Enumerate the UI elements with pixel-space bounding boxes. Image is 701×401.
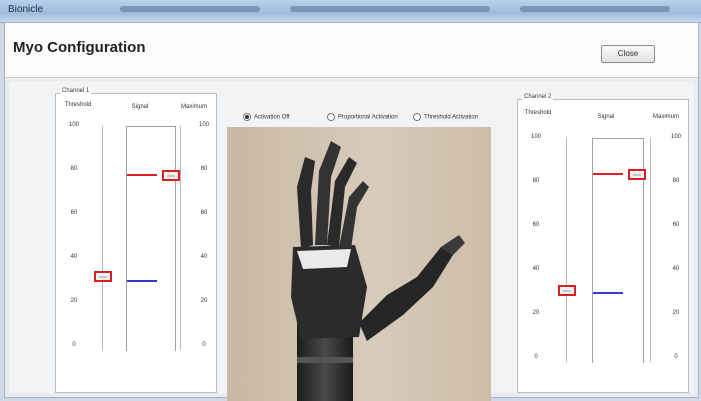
threshold-activation-radio[interactable]: Threshold Activation — [413, 113, 478, 121]
main-content: Channel 1 Threshold Signal Maximum 100 8… — [9, 81, 694, 401]
radio-icon — [327, 113, 335, 121]
threshold-tick: 20 — [532, 310, 540, 316]
maximum-tick: 20 — [200, 298, 208, 304]
maximum-tick: 0 — [674, 354, 678, 360]
threshold-slider-track[interactable] — [102, 126, 103, 350]
maximum-slider-handle[interactable] — [628, 168, 646, 180]
threshold-tick: 0 — [534, 354, 538, 360]
threshold-column-header: Threshold — [524, 110, 552, 116]
maximum-tick: 0 — [202, 342, 206, 348]
activation-off-radio[interactable]: Activation Off — [243, 113, 290, 121]
channel-2-label: Channel 2 — [522, 94, 554, 100]
threshold-tick: 80 — [532, 178, 540, 184]
titlebar-decoration — [520, 6, 670, 12]
channel-1-label: Channel 1 — [60, 88, 92, 94]
maximum-tick: 100 — [198, 122, 209, 128]
threshold-slider-track[interactable] — [566, 138, 567, 362]
maximum-slider-track[interactable] — [650, 138, 651, 362]
threshold-column-header: Threshold — [64, 102, 92, 108]
proportional-activation-radio[interactable]: Proportional Activation — [327, 113, 398, 121]
threshold-slider-handle[interactable] — [558, 285, 576, 297]
threshold-tick: 80 — [70, 166, 78, 172]
window-titlebar[interactable]: Bionicle — [0, 0, 701, 23]
maximum-tick: 60 — [672, 222, 680, 228]
titlebar-decoration — [120, 6, 260, 12]
robotic-hand-illustration — [291, 141, 465, 401]
threshold-tick: 40 — [70, 254, 78, 260]
window-title: Bionicle — [8, 4, 44, 15]
maximum-tick: 40 — [672, 266, 680, 272]
prosthetic-hand-photo — [227, 127, 491, 401]
page-title: Myo Configuration — [13, 39, 146, 56]
maximum-tick: 40 — [200, 254, 208, 260]
channel-2-group: Channel 2 Threshold Signal Maximum 100 8… — [517, 94, 689, 393]
signal-level-line — [593, 291, 623, 294]
signal-column-header: Signal — [597, 114, 615, 120]
threshold-tick: 100 — [530, 134, 541, 140]
maximum-tick: 100 — [670, 134, 681, 140]
configuration-window: Myo Configuration Close Channel 1 Thresh… — [4, 22, 699, 401]
radio-selected-icon — [243, 113, 251, 121]
signal-level-line — [127, 279, 157, 282]
maximum-tick: 80 — [200, 166, 208, 172]
threshold-slider-handle[interactable] — [94, 271, 112, 283]
radio-label: Proportional Activation — [338, 114, 398, 121]
maximum-slider-handle[interactable] — [162, 170, 180, 182]
threshold-tick: 60 — [70, 210, 78, 216]
header-bar: Myo Configuration Close — [5, 23, 698, 78]
channel-1-group: Channel 1 Threshold Signal Maximum 100 8… — [55, 88, 217, 393]
threshold-tick: 20 — [70, 298, 78, 304]
threshold-tick: 40 — [532, 266, 540, 272]
threshold-tick: 100 — [68, 122, 79, 128]
radio-icon — [413, 113, 421, 121]
close-button[interactable]: Close — [601, 45, 655, 63]
titlebar-decoration — [290, 6, 490, 12]
signal-column-header: Signal — [131, 104, 149, 110]
maximum-tick: 80 — [672, 178, 680, 184]
maximum-level-line — [593, 172, 623, 175]
threshold-tick: 60 — [532, 222, 540, 228]
maximum-column-header: Maximum — [180, 104, 207, 110]
maximum-level-line — [127, 174, 157, 177]
maximum-tick: 20 — [672, 310, 680, 316]
maximum-slider-track[interactable] — [180, 126, 181, 350]
radio-label: Activation Off — [254, 114, 290, 121]
maximum-tick: 60 — [200, 210, 208, 216]
signal-meter — [126, 126, 176, 351]
threshold-tick: 0 — [72, 342, 76, 348]
maximum-column-header: Maximum — [652, 114, 679, 120]
radio-label: Threshold Activation — [424, 114, 479, 121]
